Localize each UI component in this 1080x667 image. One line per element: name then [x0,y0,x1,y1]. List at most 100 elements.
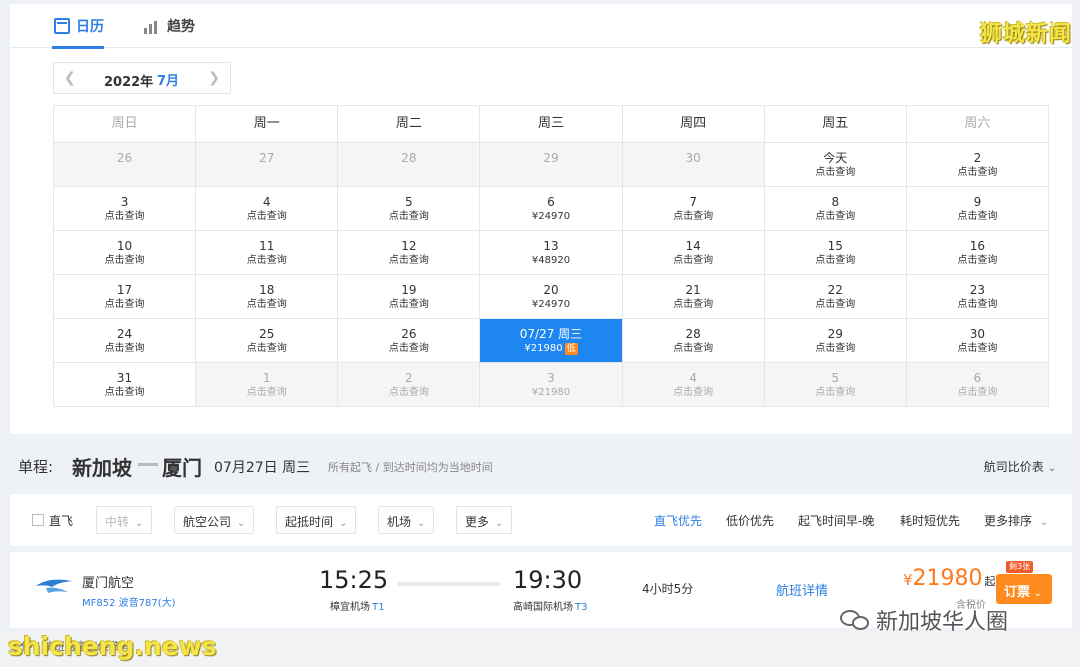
calendar-day[interactable]: 13 ¥48920 [480,231,623,275]
calendar-day[interactable]: 6 ¥24970 [480,187,623,231]
airline-dropdown-label: 航空公司 [183,515,232,529]
calendar-day[interactable]: 9 点击查询 [906,187,1049,231]
airline-dropdown[interactable]: 航空公司 ⌄ [174,506,255,534]
calendar-day[interactable]: 11 点击查询 [196,231,339,275]
calendar-day[interactable]: 今天 点击查询 [764,143,907,187]
calendar-day[interactable]: 25 点击查询 [196,319,339,363]
flight-number-aircraft[interactable]: MF852 波音787(大) [82,594,176,609]
sort-departure-time[interactable]: 起飞时间早-晚 [798,512,874,529]
more-filters-label: 更多 [465,515,490,529]
route-dash [138,463,158,466]
tab-calendar[interactable]: 日历 [52,16,104,49]
calendar-day[interactable]: 23 点击查询 [906,275,1049,319]
calendar-day[interactable]: 3 点击查询 [54,187,197,231]
calendar-day[interactable]: 24 点击查询 [54,319,197,363]
calendar-day-number: 1 [262,371,271,385]
calendar-day[interactable]: 18 点击查询 [196,275,339,319]
calendar-day[interactable]: 16 点击查询 [906,231,1049,275]
calendar-day[interactable]: 3 ¥21980 [480,363,623,407]
calendar-day[interactable]: 19 点击查询 [338,275,481,319]
flight-details-link[interactable]: 航班详情 [776,580,828,599]
calendar-day[interactable]: 31 点击查询 [54,363,197,407]
calendar-day-price-text: ¥24970 [531,211,571,222]
sort-shortest-duration[interactable]: 耗时短优先 [900,512,960,529]
calendar-day[interactable]: 1 点击查询 [196,363,339,407]
calendar-day[interactable]: 20 ¥24970 [480,275,623,319]
calendar-day[interactable]: 15 点击查询 [764,231,907,275]
calendar-day[interactable]: 4 点击查询 [622,363,765,407]
chevron-left-icon[interactable]: ❮ [64,70,76,86]
calendar-day-price: ¥24970 [480,297,621,313]
calendar-day[interactable]: 26 [54,143,197,187]
book-button-label: 订票 [1004,585,1031,600]
calendar-day[interactable]: 28 点击查询 [622,319,765,363]
calendar-day[interactable]: 21 点击查询 [622,275,765,319]
calendar-day[interactable]: 17 点击查询 [54,275,197,319]
calendar-day[interactable]: 29 点击查询 [764,319,907,363]
month-nav-month[interactable]: 7月 [157,70,179,89]
calendar-day-price: 点击查询 [338,385,479,401]
tab-trend-label: 趋势 [167,19,195,35]
tab-calendar-label: 日历 [76,19,104,35]
calendar-day-price: 点击查询 [338,297,479,313]
sort-direct-first[interactable]: 直飞优先 [654,512,702,529]
calendar-day[interactable]: 28 [338,143,481,187]
airline-compare-label: 航司比价表 [983,460,1044,474]
calendar-day[interactable]: 30 点击查询 [906,319,1049,363]
calendar-day-number: 4 [689,371,697,385]
calendar-week-row: 26 27 28 29 30 今天 点击查询 2 点击查询 [54,143,1049,187]
airport-dropdown[interactable]: 机场 ⌄ [378,506,435,534]
calendar-week-row: 24 点击查询 25 点击查询 26 点击查询 07/27 周三 ¥21980 低 28 点击查询 2… [54,319,1049,363]
calendar-day[interactable]: 29 [480,143,623,187]
calendar-day[interactable]: 10 点击查询 [54,231,197,275]
calendar-day-selected[interactable]: 07/27 周三 ¥21980 低 [480,319,623,363]
calendar-day-price: 点击查询 [196,253,337,269]
calendar-day[interactable]: 2 点击查询 [338,363,481,407]
calendar-day[interactable]: 6 点击查询 [906,363,1049,407]
calendar-day-price: 点击查询 [196,297,337,313]
trip-type-label: 单程: [18,458,54,476]
calendar-day-number: 10 [116,239,133,253]
calendar-day[interactable]: 22 点击查询 [764,275,907,319]
calendar-day[interactable]: 5 点击查询 [338,187,481,231]
calendar-day-number: 今天 [823,151,848,165]
sort-lowest-price[interactable]: 低价优先 [726,512,774,529]
calendar-day[interactable]: 14 点击查询 [622,231,765,275]
calendar-day[interactable]: 12 点击查询 [338,231,481,275]
sort-more-options[interactable]: 更多排序 ⌄ [984,512,1048,529]
tab-trend[interactable]: 趋势 [144,16,195,36]
calendar-day-price: 点击查询 [623,209,764,225]
calendar-week-row: 3 点击查询 4 点击查询 5 点击查询 6 ¥24970 7 点击查询 8 点击查询 9 点击查询 [54,187,1049,231]
calendar-day[interactable]: 5 点击查询 [764,363,907,407]
book-button[interactable]: 订票 ⌄ [996,574,1052,604]
calendar-day[interactable]: 7 点击查询 [622,187,765,231]
direct-only-label[interactable]: 直飞 [49,512,73,529]
calendar-day-number: 26 [401,327,417,341]
calendar-day[interactable]: 8 点击查询 [764,187,907,231]
calendar-day-price-text: 点击查询 [388,387,429,398]
calendar-day-price-text: 点击查询 [957,387,998,398]
filter-bar: 直飞 中转 ⌄ 航空公司 ⌄ 起抵时间 ⌄ 机场 ⌄ 更多 ⌄ 直飞优先 低价优先 起飞时… [10,494,1072,546]
calendar-day[interactable]: 27 [196,143,339,187]
calendar-day[interactable]: 2 点击查询 [906,143,1049,187]
airline-compare-button[interactable]: 航司比价表 ⌄ [984,458,1056,475]
calendar-day[interactable]: 4 点击查询 [196,187,339,231]
calendar-day-number: 30 [969,327,986,341]
direct-only-checkbox[interactable] [32,514,44,526]
transfer-dropdown[interactable]: 中转 ⌄ [96,506,153,534]
chevron-right-icon[interactable]: ❯ [208,70,220,86]
chevron-down-icon: ⌄ [417,518,426,529]
calendar-day[interactable]: 30 [622,143,765,187]
calendar-day-price: 点击查询 [765,341,906,357]
weekday-label: 周五 [764,106,907,143]
weekday-label: 周日 [54,106,197,143]
calendar-week-row: 31 点击查询 1 点击查询 2 点击查询 3 ¥21980 4 点击查询 5 点击查询 6 点击查询 [54,363,1049,407]
calendar-day-price-text: 点击查询 [673,211,714,222]
more-filters-dropdown[interactable]: 更多 ⌄ [456,506,513,534]
calendar-day[interactable]: 26 点击查询 [338,319,481,363]
view-tabs: 日历 趋势 [10,4,1072,49]
time-dropdown[interactable]: 起抵时间 ⌄ [276,506,357,534]
calendar-day-number: 24 [116,327,133,341]
calendar-day-number: 14 [685,239,701,253]
calendar-day-price: 点击查询 [54,297,195,313]
